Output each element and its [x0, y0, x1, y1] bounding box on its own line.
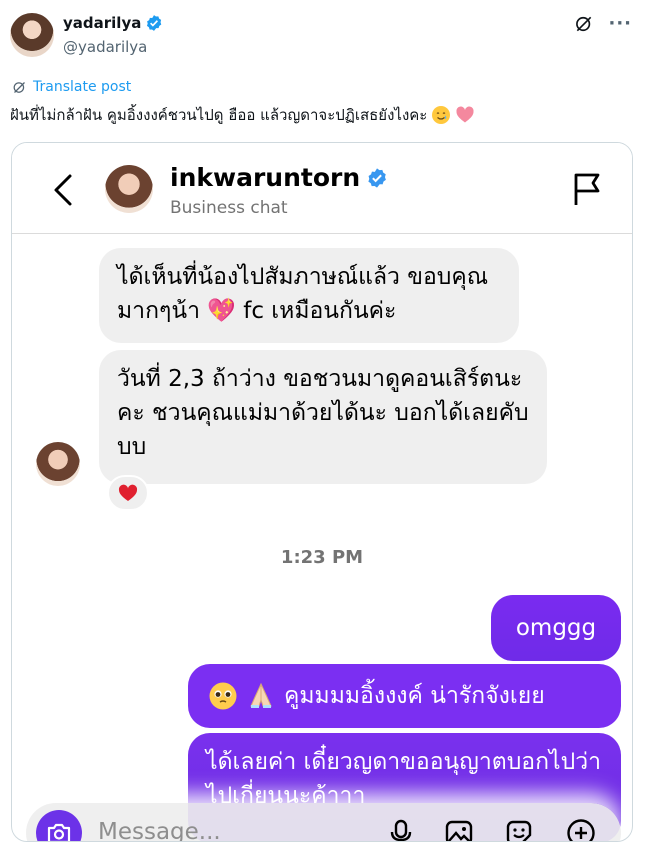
- chat-header: inkwaruntorn Business chat: [12, 143, 632, 234]
- incoming-message[interactable]: วันที่ 2,3 ถ้าว่าง ขอชวนมาดูคอนเสิร์ตนะค…: [99, 350, 547, 484]
- message-timestamp: 1:23 PM: [280, 547, 364, 568]
- author-avatar[interactable]: [10, 13, 54, 57]
- incoming-message[interactable]: ได้เห็นที่น้องไปสัมภาษณ์แล้ว ขอบคุณมากๆน…: [99, 248, 519, 343]
- translate-icon: [13, 81, 25, 93]
- pink-heart-emoji: [456, 106, 474, 123]
- contact-avatar-small: [36, 442, 80, 486]
- plus-icon[interactable]: [566, 818, 596, 842]
- camera-button[interactable]: [36, 810, 82, 841]
- outgoing-message[interactable]: omggg: [491, 595, 621, 661]
- tweet-text: ฝันที่ไม่กล้าฝัน คูมอิ้งงงค์ชวนไปดู ฮืออ…: [10, 106, 428, 124]
- author-handle[interactable]: @yadarilya: [63, 38, 147, 56]
- heart-reaction[interactable]: [107, 475, 149, 511]
- smiling-tear-emoji: [432, 106, 451, 124]
- camera-icon: [47, 823, 71, 841]
- more-icon[interactable]: ···: [608, 15, 632, 33]
- translate-post-link[interactable]: Translate post: [12, 79, 131, 95]
- verified-badge-icon: [368, 167, 387, 188]
- translate-label[interactable]: Translate post: [33, 79, 131, 95]
- attached-screenshot[interactable]: inkwaruntorn Business chat ได้เห็นที่น้อ…: [11, 142, 633, 842]
- contact-name[interactable]: inkwaruntorn: [170, 163, 360, 192]
- author-display-name[interactable]: yadarilya: [63, 14, 141, 32]
- message-composer[interactable]: Message...: [26, 803, 621, 842]
- flag-icon[interactable]: [572, 171, 604, 207]
- red-heart-icon: [118, 484, 138, 501]
- author-name-row[interactable]: yadarilya: [63, 14, 163, 32]
- contact-name-row[interactable]: inkwaruntorn: [170, 163, 388, 192]
- verified-badge-icon: [147, 15, 162, 31]
- sticker-icon[interactable]: [504, 818, 534, 842]
- gallery-icon[interactable]: [444, 818, 474, 842]
- grok-icon[interactable]: [574, 14, 594, 34]
- outgoing-message-text: คูมมมมอิ้งงงค์ น่ารักจังเยย: [284, 683, 545, 709]
- contact-subtitle: Business chat: [170, 198, 288, 218]
- microphone-icon[interactable]: [386, 818, 416, 842]
- pleading-face-emoji: [209, 682, 237, 710]
- contact-avatar[interactable]: [105, 165, 153, 213]
- outgoing-message[interactable]: คูมมมมอิ้งงงค์ น่ารักจังเยย: [188, 664, 621, 728]
- tweet-text-row: ฝันที่ไม่กล้าฝัน คูมอิ้งงงค์ชวนไปดู ฮืออ…: [10, 103, 475, 127]
- folded-hands-emoji: [250, 682, 272, 708]
- message-input[interactable]: Message...: [98, 819, 221, 841]
- back-icon[interactable]: [50, 173, 74, 207]
